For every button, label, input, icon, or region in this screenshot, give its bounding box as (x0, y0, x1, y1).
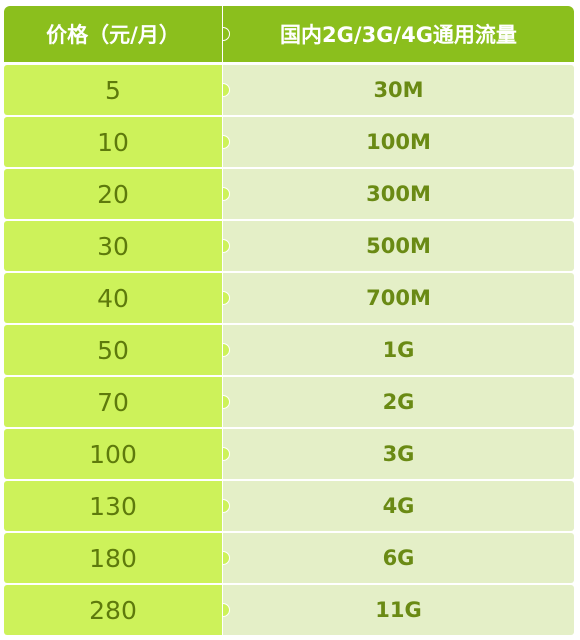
data-cell: 500M (223, 221, 574, 271)
price-cell: 130 (4, 481, 222, 531)
price-cell: 20 (4, 169, 222, 219)
price-cell: 70 (4, 377, 222, 427)
table-row: 20 300M (4, 169, 574, 219)
price-column-header: 价格（元/月） (4, 6, 222, 62)
data-cell: 6G (223, 533, 574, 583)
pricing-table: 价格（元/月） 国内2G/3G/4G通用流量 5 30M 10 100M 20 … (4, 6, 574, 637)
table-row: 50 1G (4, 325, 574, 375)
table-row: 280 11G (4, 585, 574, 635)
table-row: 130 4G (4, 481, 574, 531)
table-row: 40 700M (4, 273, 574, 323)
table-header: 价格（元/月） 国内2G/3G/4G通用流量 (4, 6, 574, 62)
price-cell: 50 (4, 325, 222, 375)
data-cell: 700M (223, 273, 574, 323)
data-cell: 4G (223, 481, 574, 531)
data-cell: 11G (223, 585, 574, 635)
data-column-header: 国内2G/3G/4G通用流量 (223, 6, 574, 62)
data-cell: 100M (223, 117, 574, 167)
data-cell: 30M (223, 65, 574, 115)
price-cell: 10 (4, 117, 222, 167)
table-row: 100 3G (4, 429, 574, 479)
price-cell: 100 (4, 429, 222, 479)
price-cell: 180 (4, 533, 222, 583)
data-cell: 3G (223, 429, 574, 479)
data-cell: 300M (223, 169, 574, 219)
table-row: 70 2G (4, 377, 574, 427)
price-cell: 40 (4, 273, 222, 323)
price-cell: 5 (4, 65, 222, 115)
price-cell: 30 (4, 221, 222, 271)
table-row: 10 100M (4, 117, 574, 167)
price-cell: 280 (4, 585, 222, 635)
table-row: 180 6G (4, 533, 574, 583)
data-cell: 2G (223, 377, 574, 427)
data-cell: 1G (223, 325, 574, 375)
table-row: 30 500M (4, 221, 574, 271)
table-row: 5 30M (4, 65, 574, 115)
